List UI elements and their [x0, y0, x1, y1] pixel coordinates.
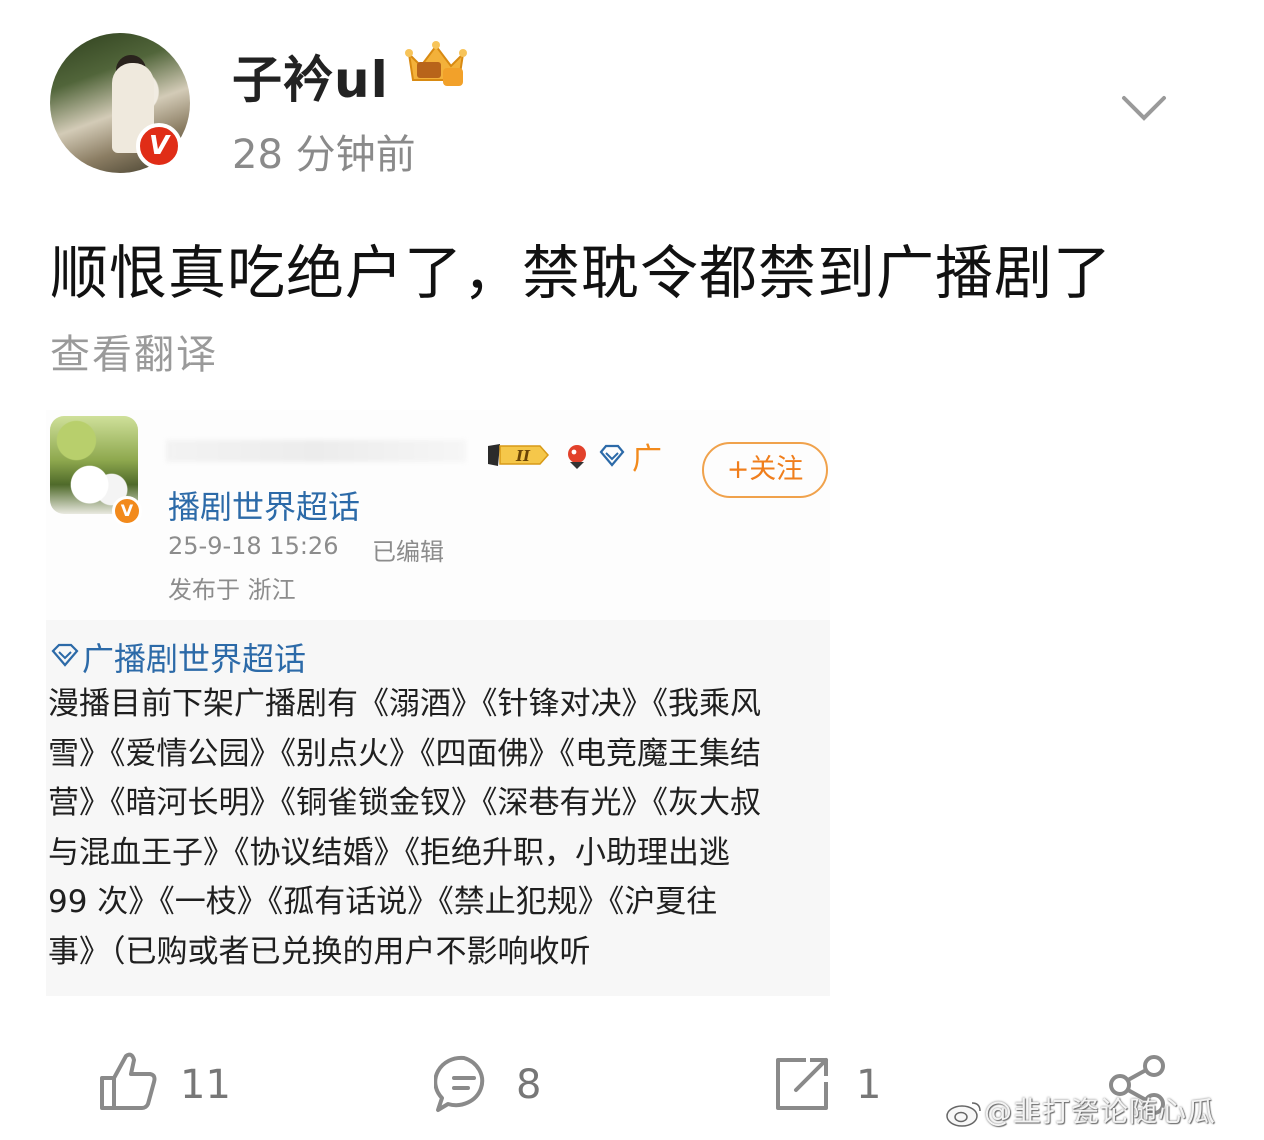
topic-diamond-icon: [51, 643, 79, 667]
body-line: 与混血王子》《协议结婚》《拒绝升职，小助理出逃: [48, 834, 730, 871]
translate-link[interactable]: 查看翻译: [50, 322, 218, 380]
comment-count: 8: [516, 1062, 542, 1108]
bird-rank-icon: [568, 445, 586, 469]
repost-count: 1: [856, 1062, 882, 1108]
repost-icon[interactable]: [772, 1054, 832, 1114]
diamond-icon: [599, 444, 625, 467]
level-badge-text: II: [515, 447, 531, 465]
post-timestamp: 28 分钟前: [232, 132, 416, 178]
embedded-post-image[interactable]: V II 广 +关注 播剧世界超话 25-9-18 15:26 已编辑 发布于 …: [46, 410, 830, 996]
body-line: 99 次》《一枝》《孤有话说》《禁止犯规》《沪夏往: [48, 884, 718, 920]
blurred-username: [166, 440, 466, 462]
body-line: 营》《暗河长明》《铜雀锁金钗》《深巷有光》《灰大叔: [48, 785, 761, 821]
level-badge-icon: II: [488, 444, 550, 466]
username[interactable]: 子衿ul: [232, 40, 389, 112]
watermark-text: @韭打瓷论随心瓜: [984, 1095, 1217, 1128]
weibo-logo-icon: [946, 1102, 981, 1127]
comment-icon[interactable]: [434, 1054, 494, 1114]
ad-label: 广: [632, 442, 662, 477]
embedded-date: 25-9-18 15:26: [168, 532, 339, 560]
embedded-edited-label: 已编辑: [372, 538, 444, 566]
embedded-verified-icon: V: [112, 496, 142, 526]
embedded-location: 发布于 浙江: [168, 576, 296, 604]
vip-crown-icon[interactable]: [403, 40, 469, 90]
body-line: 事》（已购或者已兑换的用户不影响收听: [48, 933, 591, 970]
follow-button[interactable]: +关注: [702, 442, 828, 498]
body-line: 雪》《爱情公园》《别点火》《四面佛》《电竞魔王集结: [48, 735, 761, 772]
chevron-down-icon[interactable]: [1120, 88, 1168, 128]
embedded-topic-link[interactable]: 广播剧世界超话: [82, 634, 306, 680]
embedded-topic-name[interactable]: 播剧世界超话: [168, 482, 360, 528]
body-line: 漫播目前下架广播剧有《溺酒》《针锋对决》《我乘风: [48, 686, 761, 722]
post-text: 顺恨真吃绝户了，禁耽令都禁到广播剧了: [50, 239, 1113, 307]
verified-badge-icon: V: [136, 123, 182, 169]
like-count: 11: [180, 1062, 231, 1108]
like-thumb-icon[interactable]: [98, 1050, 158, 1112]
weibo-watermark: @韭打瓷论随心瓜: [944, 1090, 1216, 1130]
embedded-body-text: 漫播目前下架广播剧有《溺酒》《针锋对决》《我乘风 雪》《爱情公园》《别点火》《四…: [48, 680, 828, 977]
